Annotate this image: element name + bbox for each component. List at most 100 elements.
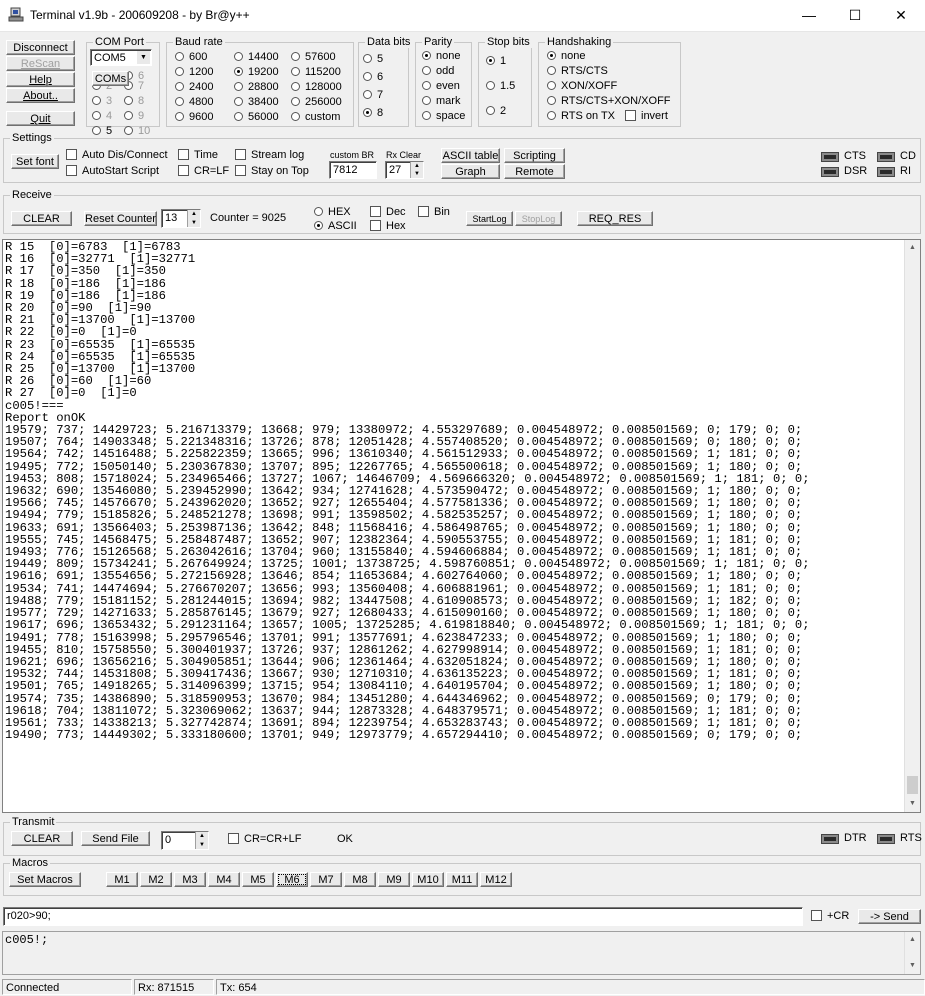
receive-spinner[interactable]: 13 ▲ ▼	[161, 209, 201, 228]
macro-m8-button[interactable]: M8	[344, 872, 376, 887]
com-port-select[interactable]: COM5 ▼	[90, 49, 152, 66]
chevron-down-icon[interactable]: ▼	[137, 51, 150, 64]
stream-log-checkbox[interactable]: Stream log	[235, 149, 304, 162]
graph-button[interactable]: Graph	[441, 164, 500, 179]
scroll-thumb[interactable]	[907, 776, 918, 794]
time-checkbox[interactable]: Time	[178, 149, 218, 162]
scripting-button[interactable]: Scripting	[504, 148, 565, 163]
baud-radio-custom[interactable]: custom	[291, 111, 340, 124]
hex-radio[interactable]: HEX	[314, 206, 351, 219]
help-button[interactable]: Help	[6, 72, 75, 87]
baud-radio-38400[interactable]: 38400	[234, 96, 279, 109]
baud-radio-2400[interactable]: 2400	[175, 81, 213, 94]
send-button[interactable]: -> Send	[858, 909, 921, 924]
autostart-script-checkbox[interactable]: AutoStart Script	[66, 165, 159, 178]
spinner-arrows-icon[interactable]: ▲ ▼	[195, 832, 208, 849]
dec-checkbox[interactable]: Dec	[370, 206, 406, 219]
send-input[interactable]: r020>90;	[3, 907, 803, 926]
macro-m1-button[interactable]: M1	[106, 872, 138, 887]
baud-radio-115200[interactable]: 115200	[291, 66, 341, 79]
scroll-up-icon[interactable]: ▲	[905, 240, 920, 256]
invert-checkbox[interactable]: invert	[625, 110, 668, 123]
databits-radio-6[interactable]: 6	[363, 71, 383, 84]
terminal-scrollbar[interactable]: ▲ ▼	[904, 240, 920, 812]
baud-radio-56000[interactable]: 56000	[234, 111, 279, 124]
parity-radio-none[interactable]: none	[422, 50, 460, 63]
cr-checkbox[interactable]: +CR	[811, 910, 849, 923]
spinner-arrows-icon[interactable]: ▲ ▼	[187, 210, 200, 227]
bin-checkbox[interactable]: Bin	[418, 206, 450, 219]
macro-m4-button[interactable]: M4	[208, 872, 240, 887]
databits-radio-5[interactable]: 5	[363, 53, 383, 66]
baud-radio-4800[interactable]: 4800	[175, 96, 213, 109]
baud-radio-128000[interactable]: 128000	[291, 81, 342, 94]
parity-radio-even[interactable]: even	[422, 80, 460, 93]
close-button[interactable]: ✕	[878, 0, 924, 31]
macro-m11-button[interactable]: M11	[446, 872, 478, 887]
custom-br-input[interactable]: 7812	[329, 161, 377, 179]
remote-button[interactable]: Remote	[504, 164, 565, 179]
stopbits-radio-1-5[interactable]: 1.5	[486, 80, 515, 93]
handshaking-radio-rts-cts-xon-xoff[interactable]: RTS/CTS+XON/XOFF	[547, 95, 671, 108]
quit-button[interactable]: Quit	[6, 111, 75, 126]
com-radio-5[interactable]: 5	[92, 125, 112, 138]
databits-radio-7[interactable]: 7	[363, 89, 383, 102]
start-log-button[interactable]: StartLog	[466, 211, 513, 226]
about-button[interactable]: About..	[6, 88, 75, 103]
parity-radio-mark[interactable]: mark	[422, 95, 460, 108]
com-radio-8[interactable]: 8	[124, 95, 144, 108]
com-radio-3[interactable]: 3	[92, 95, 112, 108]
databits-radio-8[interactable]: 8	[363, 107, 383, 120]
send-file-button[interactable]: Send File	[81, 831, 150, 846]
baud-radio-19200[interactable]: 19200	[234, 66, 279, 79]
hex-checkbox[interactable]: Hex	[370, 220, 406, 233]
handshaking-radio-xon-xoff[interactable]: XON/XOFF	[547, 80, 617, 93]
macro-m10-button[interactable]: M10	[412, 872, 444, 887]
transmit-spinner[interactable]: 0 ▲ ▼	[161, 831, 209, 850]
echo-scrollbar[interactable]: ▲ ▼	[904, 932, 920, 974]
coms-button[interactable]: COMs	[92, 71, 129, 86]
stopbits-radio-2[interactable]: 2	[486, 105, 506, 118]
auto-dis-connect-checkbox[interactable]: Auto Dis/Connect	[66, 149, 168, 162]
com-radio-10[interactable]: 10	[124, 125, 150, 138]
macro-m2-button[interactable]: M2	[140, 872, 172, 887]
macro-m3-button[interactable]: M3	[174, 872, 206, 887]
reset-counter-button[interactable]: Reset Counter	[84, 211, 157, 226]
transmit-clear-button[interactable]: CLEAR	[11, 831, 73, 846]
macro-m5-button[interactable]: M5	[242, 872, 274, 887]
cr-cr-lf-checkbox[interactable]: CR=CR+LF	[228, 833, 301, 846]
parity-radio-space[interactable]: space	[422, 110, 465, 123]
stay-on-top-checkbox[interactable]: Stay on Top	[235, 165, 309, 178]
stop-log-button[interactable]: StopLog	[515, 211, 562, 226]
transmit-echo[interactable]: c005!; ▲ ▼	[2, 931, 921, 975]
baud-radio-600[interactable]: 600	[175, 51, 207, 64]
cr-lf-checkbox[interactable]: CR=LF	[178, 165, 229, 178]
minimize-button[interactable]: —	[786, 0, 832, 31]
spinner-arrows-icon[interactable]: ▲ ▼	[410, 162, 423, 178]
maximize-button[interactable]: ☐	[832, 0, 878, 31]
ascii-radio[interactable]: ASCII	[314, 220, 357, 233]
baud-radio-256000[interactable]: 256000	[291, 96, 342, 109]
com-radio-9[interactable]: 9	[124, 110, 144, 123]
parity-radio-odd[interactable]: odd	[422, 65, 454, 78]
baud-radio-14400[interactable]: 14400	[234, 51, 279, 64]
baud-radio-1200[interactable]: 1200	[175, 66, 213, 79]
handshaking-radio-none[interactable]: none	[547, 50, 585, 63]
set-macros-button[interactable]: Set Macros	[9, 872, 81, 887]
scroll-down-icon[interactable]: ▼	[905, 796, 920, 812]
baud-radio-28800[interactable]: 28800	[234, 81, 279, 94]
rescan-button[interactable]: ReScan	[6, 56, 75, 71]
req-res-button[interactable]: REQ_RES	[577, 211, 653, 226]
com-radio-4[interactable]: 4	[92, 110, 112, 123]
rx-clear-spinner[interactable]: 27 ▲ ▼	[385, 161, 424, 179]
receive-clear-button[interactable]: CLEAR	[11, 211, 72, 226]
handshaking-radio-rts-on-tx[interactable]: RTS on TX	[547, 110, 615, 123]
macro-m9-button[interactable]: M9	[378, 872, 410, 887]
baud-radio-57600[interactable]: 57600	[291, 51, 336, 64]
ascii-table-button[interactable]: ASCII table	[441, 148, 500, 163]
macro-m12-button[interactable]: M12	[480, 872, 512, 887]
baud-radio-9600[interactable]: 9600	[175, 111, 213, 124]
receive-terminal[interactable]: R 15 [0]=6783 [1]=6783 R 16 [0]=32771 [1]…	[2, 239, 921, 813]
scroll-down-icon[interactable]: ▼	[905, 958, 920, 974]
macro-m6-button[interactable]: M6	[276, 872, 308, 887]
